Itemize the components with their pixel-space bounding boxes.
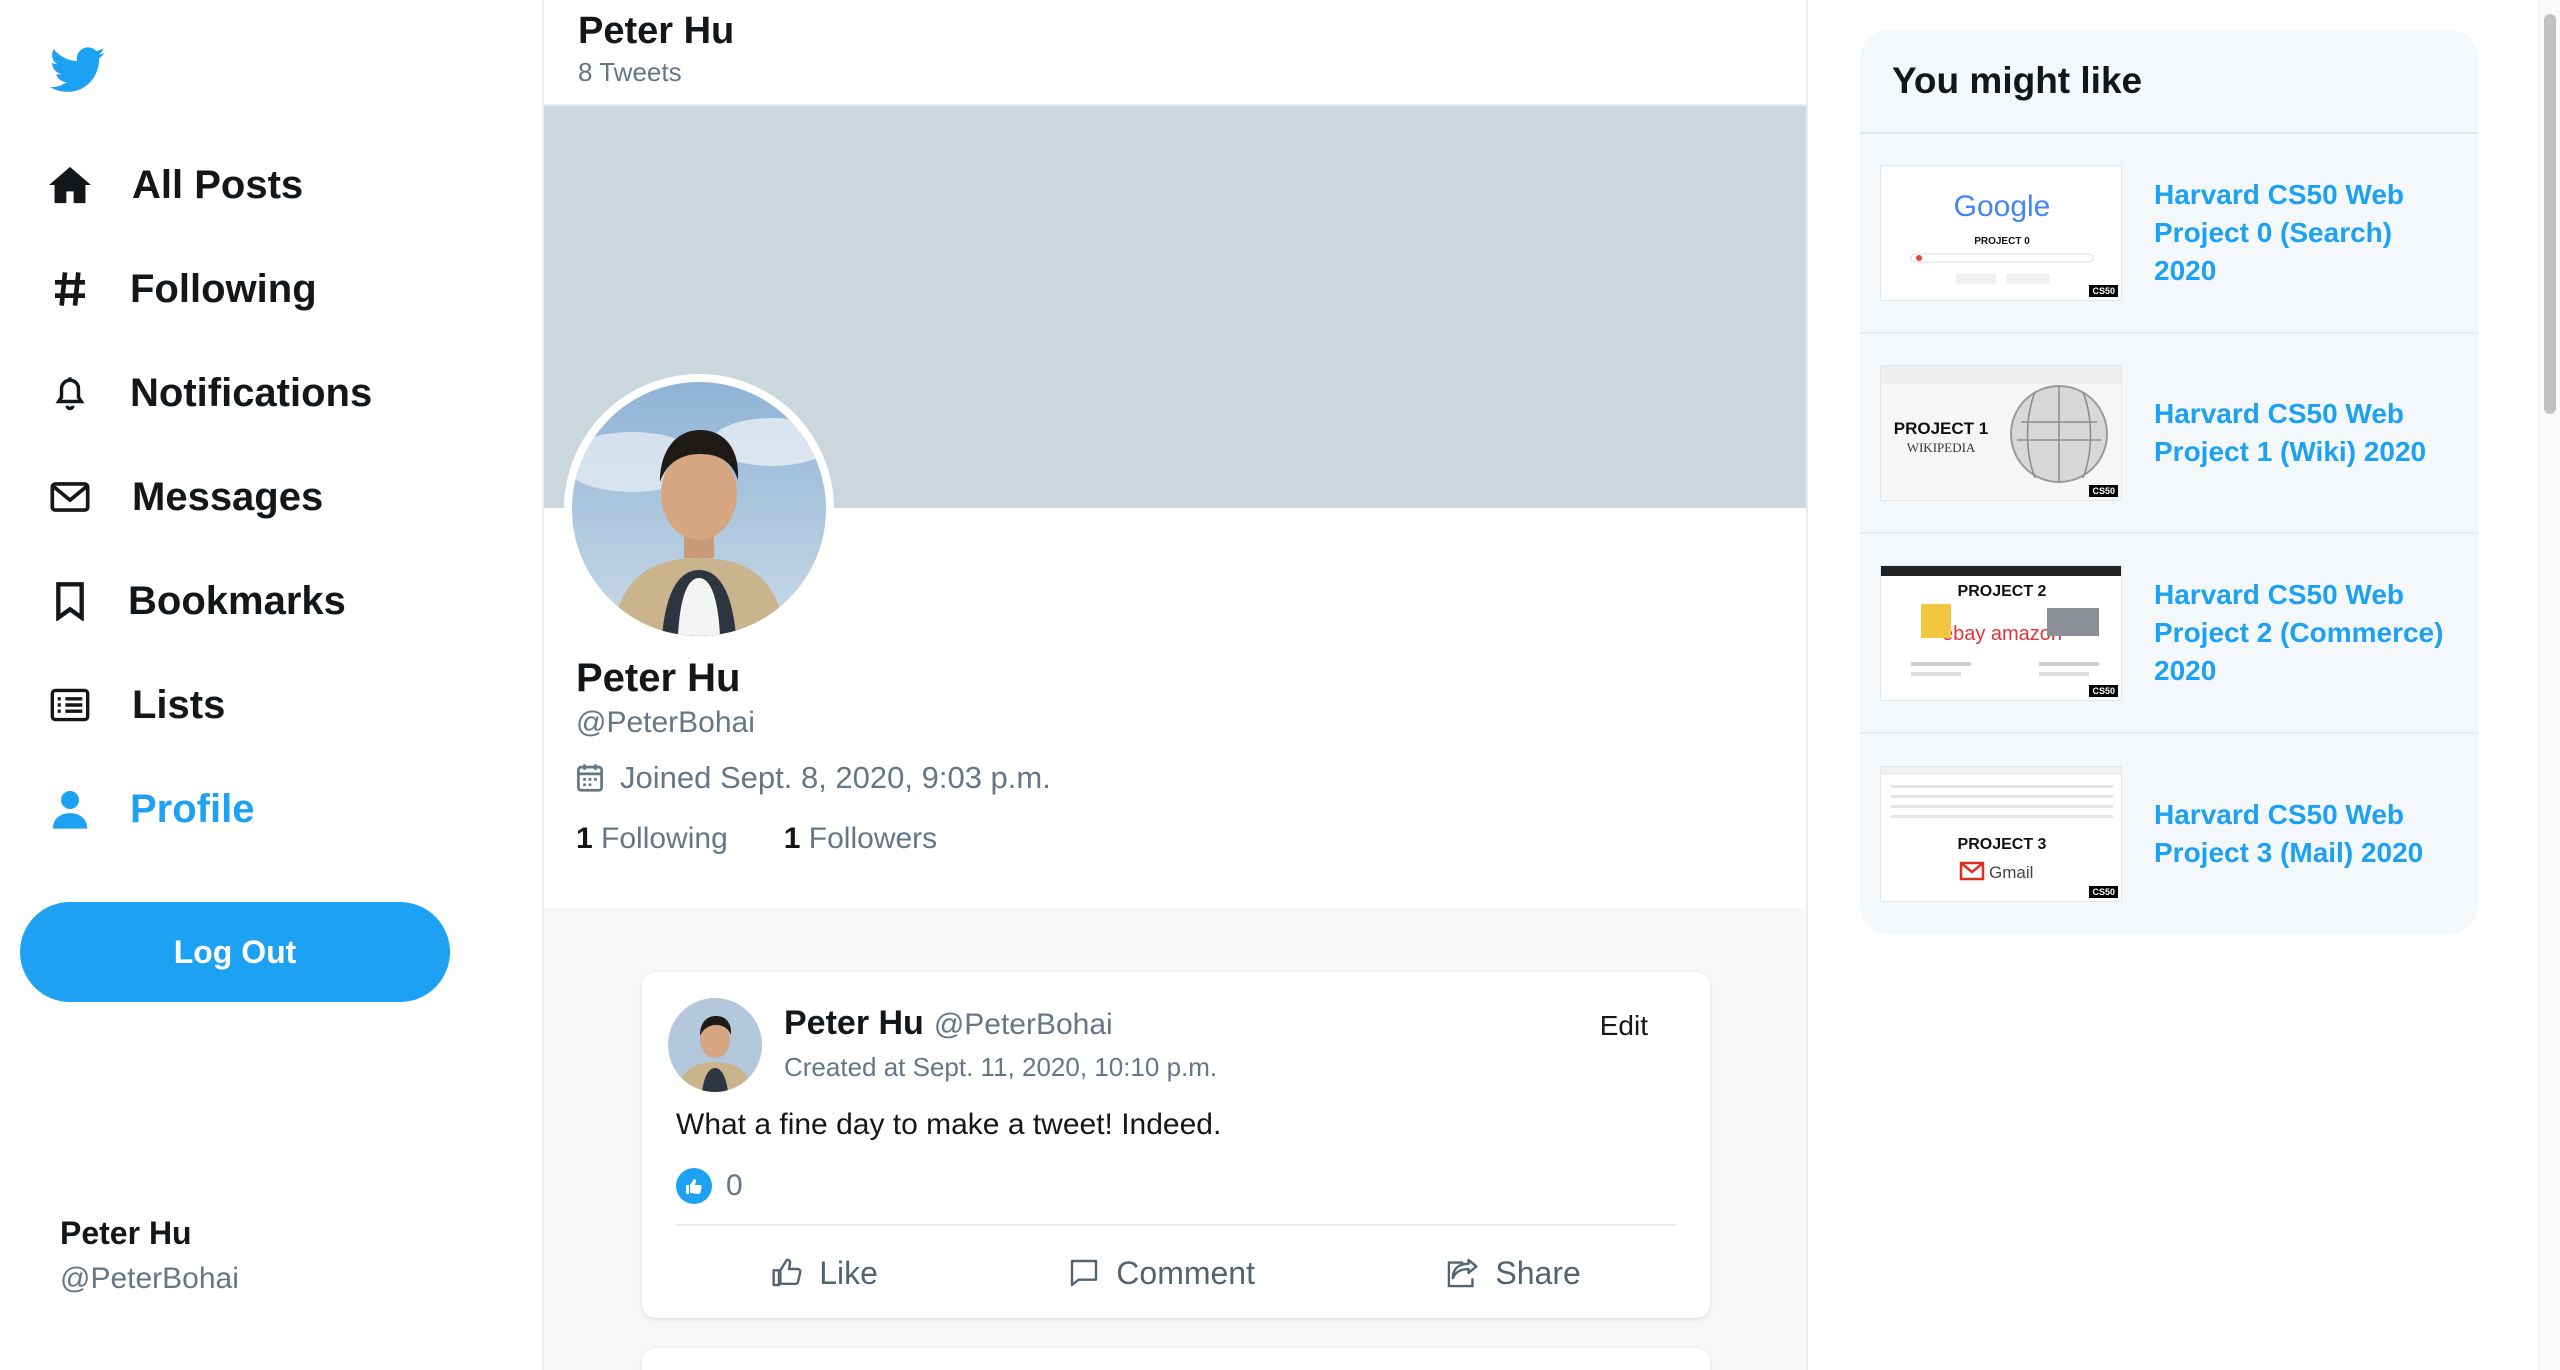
cs50-badge: CS50 <box>2089 886 2118 898</box>
nav-all-posts-label: All Posts <box>132 162 304 207</box>
suggestions-title: You might like <box>1860 30 2478 134</box>
profile-handle: @PeterBohai <box>576 706 755 739</box>
thumb-title-text: PROJECT 2 <box>1958 583 2047 600</box>
comment-button[interactable]: Comment <box>1068 1255 1255 1292</box>
nav-messages[interactable]: Messages <box>48 462 323 532</box>
video-thumbnail: PROJECT 1 WIKIPEDIA CS50 <box>1880 365 2122 501</box>
tweet-timestamp: Created at Sept. 11, 2020, 10:10 p.m. <box>784 1052 1218 1082</box>
nav-profile-label: Profile <box>130 786 255 831</box>
twitter-bird-icon[interactable] <box>48 42 108 98</box>
suggestions-panel: You might like Google PROJECT 0 CS50 Har… <box>1860 30 2478 934</box>
nav-lists[interactable]: Lists <box>48 670 225 740</box>
nav-bookmarks-label: Bookmarks <box>128 578 346 623</box>
tweet-avatar[interactable] <box>668 998 762 1092</box>
logout-button[interactable]: Log Out <box>20 902 450 1002</box>
profile-avatar[interactable] <box>564 374 834 644</box>
video-thumbnail: PROJECT 3 Gmail CS50 <box>1880 766 2122 902</box>
profile-stats: 1 Following 1 Followers <box>576 822 993 856</box>
followers-count: 1 <box>783 822 801 855</box>
profile-photo <box>572 382 826 636</box>
user-icon <box>48 787 92 831</box>
like-count: 0 <box>726 1169 743 1202</box>
thumbs-up-badge-icon <box>676 1168 712 1204</box>
suggestion-item[interactable]: PROJECT 2 ebay amazon CS50 Harvard CS50 … <box>1860 534 2478 734</box>
sidebar-account[interactable]: Peter Hu @PeterBohai <box>60 1215 239 1296</box>
tweet-count: 8 Tweets <box>578 57 682 87</box>
nav-bookmarks[interactable]: Bookmarks <box>48 566 346 636</box>
share-label: Share <box>1495 1254 1581 1291</box>
nav-following[interactable]: Following <box>48 254 317 324</box>
tweet-actions: Like Comment Share <box>676 1228 1676 1318</box>
thumb-brand-text: Google <box>1954 190 2051 223</box>
like-label: Like <box>819 1254 878 1291</box>
thumb-brand-text: ebay amazon <box>1942 623 2062 645</box>
thumbs-up-icon <box>771 1257 803 1289</box>
nav-notifications-label: Notifications <box>130 370 373 415</box>
sidebar-user-name: Peter Hu <box>60 1215 192 1251</box>
list-icon <box>48 683 92 727</box>
envelope-icon <box>48 475 92 519</box>
followers-stat[interactable]: 1 Followers <box>784 822 937 856</box>
thumb-title-text: PROJECT 0 <box>1974 236 2030 247</box>
profile-header: Peter Hu 8 Tweets <box>544 0 1806 106</box>
tweet-like-count: 0 <box>676 1168 743 1204</box>
page-title: Peter Hu <box>578 10 735 52</box>
tweet-text: What a fine day to make a tweet! Indeed. <box>676 1108 1222 1141</box>
suggestion-link[interactable]: Harvard CS50 Web Project 2 (Commerce) 20… <box>2154 576 2458 690</box>
following-label: Following <box>601 822 728 855</box>
tweet-author-name: Peter Hu <box>784 1004 924 1042</box>
video-thumbnail: PROJECT 2 ebay amazon CS50 <box>1880 565 2122 701</box>
suggestion-item[interactable]: PROJECT 1 WIKIPEDIA CS50 Harvard CS50 We… <box>1860 334 2478 534</box>
profile-joined: Joined Sept. 8, 2020, 9:03 p.m. <box>576 760 1051 796</box>
nav-profile[interactable]: Profile <box>48 774 254 844</box>
calendar-icon <box>576 763 604 793</box>
suggestion-link[interactable]: Harvard CS50 Web Project 0 (Search) 2020 <box>2154 176 2458 290</box>
scrollbar-thumb[interactable] <box>2544 14 2556 414</box>
tweet-card[interactable]: Peter Hu @PeterBohai Edit Created at Sept… <box>642 972 1710 1318</box>
right-sidebar: You might like Google PROJECT 0 CS50 Har… <box>1808 0 2560 1370</box>
nav-messages-label: Messages <box>132 474 324 519</box>
cs50-badge: CS50 <box>2089 285 2118 297</box>
video-thumbnail: Google PROJECT 0 CS50 <box>1880 165 2122 301</box>
followers-label: Followers <box>808 822 938 855</box>
share-button[interactable]: Share <box>1445 1254 1581 1292</box>
thumb-title-text: PROJECT 3 <box>1958 836 2047 853</box>
main-column: Peter Hu 8 Tweets Peter Hu @PeterBohai J… <box>544 0 1808 1370</box>
comment-label: Comment <box>1116 1254 1255 1291</box>
tweet-divider <box>676 1224 1676 1226</box>
suggestion-item[interactable]: Google PROJECT 0 CS50 Harvard CS50 Web P… <box>1860 134 2478 334</box>
nav-following-label: Following <box>130 266 317 311</box>
thumb-brand-text: WIKIPEDIA <box>1907 440 1976 455</box>
nav-notifications[interactable]: Notifications <box>48 358 372 428</box>
cs50-badge: CS50 <box>2089 485 2118 497</box>
suggestion-link[interactable]: Harvard CS50 Web Project 3 (Mail) 2020 <box>2154 796 2458 872</box>
following-count: 1 <box>576 822 593 855</box>
following-stat[interactable]: 1 Following <box>576 822 728 856</box>
suggestion-link[interactable]: Harvard CS50 Web Project 1 (Wiki) 2020 <box>2154 395 2458 471</box>
profile-name: Peter Hu <box>576 656 741 700</box>
thumb-brand-text: Gmail <box>1989 863 2033 882</box>
cs50-badge: CS50 <box>2089 685 2118 697</box>
tweet-author: Peter Hu @PeterBohai <box>784 1004 1113 1043</box>
suggestion-item[interactable]: PROJECT 3 Gmail CS50 Harvard CS50 Web Pr… <box>1860 734 2478 934</box>
hashtag-icon <box>48 267 92 311</box>
joined-date: Joined Sept. 8, 2020, 9:03 p.m. <box>620 760 1051 795</box>
sidebar-user-handle: @PeterBohai <box>60 1262 239 1295</box>
tweet-author-handle: @PeterBohai <box>933 1008 1113 1041</box>
bell-icon <box>48 371 92 415</box>
nav-lists-label: Lists <box>132 682 226 727</box>
comment-icon <box>1068 1257 1100 1289</box>
nav-all-posts[interactable]: All Posts <box>48 150 303 220</box>
page-scrollbar[interactable] <box>2538 0 2560 1370</box>
home-icon <box>48 163 92 207</box>
left-sidebar: All Posts Following Notifications Messag… <box>0 0 544 1370</box>
share-icon <box>1445 1257 1479 1289</box>
like-button[interactable]: Like <box>771 1255 878 1292</box>
tweet-card[interactable] <box>642 1348 1710 1370</box>
bookmark-icon <box>48 579 92 623</box>
thumb-title-text: PROJECT 1 <box>1894 419 1988 438</box>
edit-tweet-link[interactable]: Edit <box>1600 1010 1648 1042</box>
